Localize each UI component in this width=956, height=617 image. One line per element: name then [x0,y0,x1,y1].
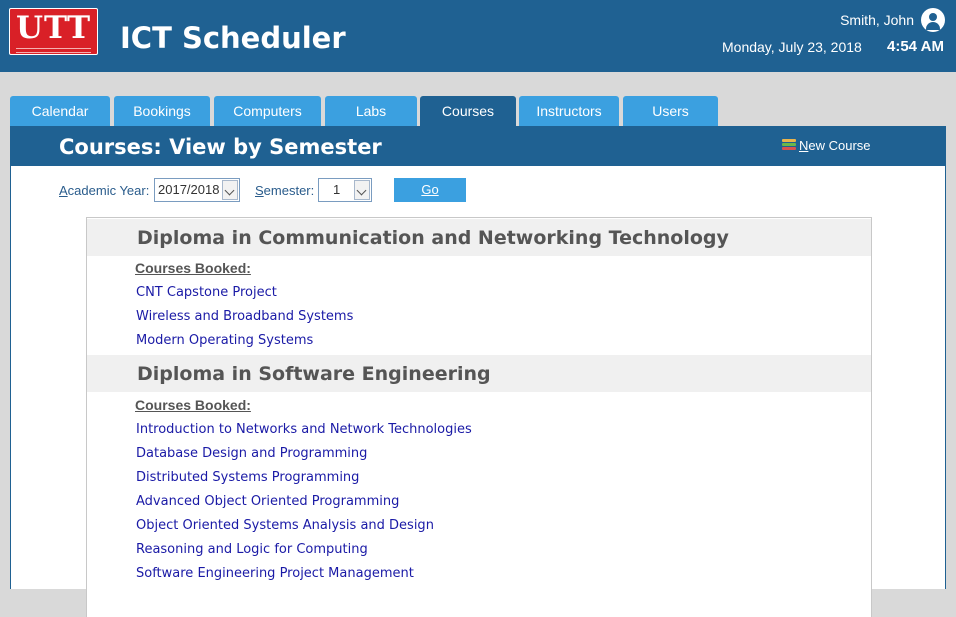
course-link[interactable]: Object Oriented Systems Analysis and Des… [136,517,434,535]
app-title: ICT Scheduler [120,21,346,55]
books-icon [782,138,796,152]
chevron-down-icon[interactable] [222,180,238,200]
course-link[interactable]: Introduction to Networks and Network Tec… [136,421,472,439]
semester-label: Semester: [255,182,314,200]
academic-year-value: 2017/2018 [158,182,220,197]
courses-booked-label: Courses Booked: [135,260,251,276]
new-course-accesskey: N [799,138,809,153]
panel-header: Courses: View by Semester New Course [11,126,945,166]
logo-text: UTT [15,10,92,46]
course-link[interactable]: Database Design and Programming [136,445,367,463]
user-icon[interactable] [921,8,945,32]
course-link[interactable]: Modern Operating Systems [136,332,313,350]
logo-underline [16,48,91,53]
program-title: Diploma in Communication and Networking … [137,227,729,249]
course-link[interactable]: Advanced Object Oriented Programming [136,493,399,511]
semester-label-text: emester: [263,183,315,198]
course-link[interactable]: Reasoning and Logic for Computing [136,541,368,559]
current-date: Monday, July 23, 2018 [722,39,862,55]
tab-computers[interactable]: Computers [214,96,321,126]
program-header: Diploma in Communication and Networking … [87,219,871,256]
chevron-down-icon[interactable] [354,180,370,200]
academic-year-select[interactable]: 2017/2018 [154,178,240,202]
app-header: UTT ICT Scheduler Smith, John Monday, Ju… [0,0,956,72]
user-name[interactable]: Smith, John [840,11,914,29]
page-title: Courses: View by Semester [59,135,382,159]
program-course-list: Diploma in Communication and Networking … [86,217,872,617]
current-time: 4:54 AM [887,38,944,55]
courses-panel: Courses: View by Semester New Course Aca… [10,126,946,617]
tab-labs[interactable]: Labs [325,96,417,126]
program-header: Diploma in Software Engineering [87,355,871,392]
academic-year-label-text: cademic Year: [67,183,150,198]
tab-instructors[interactable]: Instructors [519,96,619,126]
semester-accesskey: S [255,183,264,198]
utt-logo[interactable]: UTT [9,8,98,55]
user-icon-head [929,13,937,21]
tab-courses[interactable]: Courses [420,96,516,127]
new-course-label: ew Course [808,138,871,153]
new-course-link[interactable]: New Course [782,137,871,155]
course-link[interactable]: CNT Capstone Project [136,284,277,302]
courses-booked-label: Courses Booked: [135,397,251,413]
course-link[interactable]: Wireless and Broadband Systems [136,308,353,326]
course-link[interactable]: Distributed Systems Programming [136,469,359,487]
program-title: Diploma in Software Engineering [137,363,491,385]
semester-value: 1 [333,182,341,197]
academic-year-accesskey: A [59,183,68,198]
course-link[interactable]: Software Engineering Project Management [136,565,414,583]
semester-select[interactable]: 1 [318,178,372,202]
tab-bookings[interactable]: Bookings [114,96,210,126]
tab-users[interactable]: Users [623,96,718,126]
go-button[interactable]: Go [394,178,466,202]
academic-year-label: Academic Year: [59,182,149,200]
user-icon-body [926,22,940,30]
tab-calendar[interactable]: Calendar [10,96,110,126]
